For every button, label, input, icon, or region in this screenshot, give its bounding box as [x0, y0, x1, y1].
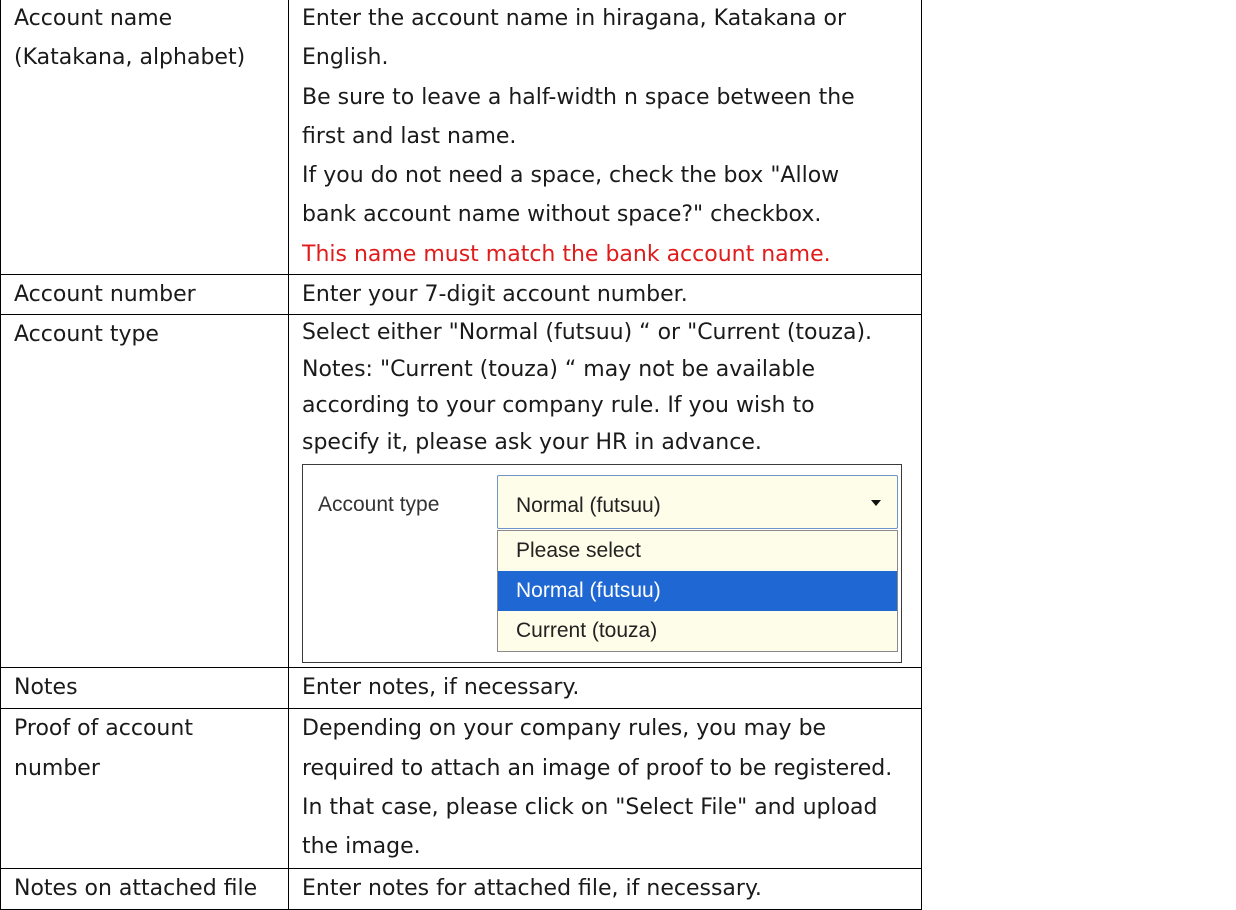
description-line: Enter your 7-digit account number.: [302, 282, 688, 308]
description-line: Enter notes for attached file, if necess…: [302, 876, 762, 902]
table-row-proof-of-account-number: Proof of account number Depending on you…: [0, 708, 922, 870]
field-description-cell: Enter notes, if necessary.: [288, 667, 922, 710]
table-row-notes-on-attached-file: Notes on attached file Enter notes for a…: [0, 868, 922, 910]
field-description-cell: Enter notes for attached file, if necess…: [288, 868, 922, 910]
description-line: according to your company rule. If you w…: [302, 393, 815, 419]
instructions-table: Account name (Katakana, alphabet) Enter …: [0, 0, 922, 910]
description-line: Enter notes, if necessary.: [302, 675, 580, 701]
field-label-cell: Account number: [0, 274, 289, 316]
warning-note: This name must match the bank account na…: [302, 241, 831, 267]
description-line: bank account name without space?" checkb…: [302, 202, 822, 228]
field-description-cell: Select either "Normal (futsuu) “ or "Cur…: [288, 314, 922, 669]
account-type-select[interactable]: Normal (futsuu): [497, 475, 898, 530]
field-label: Proof of account: [14, 716, 193, 742]
table-row-account-number: Account number Enter your 7-digit accoun…: [0, 274, 922, 316]
field-label-cell: Account name (Katakana, alphabet): [0, 0, 289, 276]
description-line: first and last name.: [302, 123, 517, 149]
account-type-label: Account type: [318, 493, 440, 517]
field-label-cell: Account type: [0, 314, 289, 669]
select-current-value: Normal (futsuu): [516, 494, 661, 518]
description-line: the image.: [302, 834, 421, 860]
field-label: Notes: [14, 675, 78, 701]
description-line: specify it, please ask your HR in advanc…: [302, 429, 762, 455]
field-label-cell: Proof of account number: [0, 708, 289, 870]
field-description-cell: Enter the account name in hiragana, Kata…: [288, 0, 922, 276]
description-line: Depending on your company rules, you may…: [302, 716, 827, 742]
field-label: Notes on attached file: [14, 876, 258, 902]
description-line: In that case, please click on "Select Fi…: [302, 794, 878, 820]
field-label: (Katakana, alphabet): [14, 45, 246, 71]
description-line: If you do not need a space, check the bo…: [302, 163, 840, 189]
field-label: Account name: [14, 6, 173, 31]
option-normal-futsuu[interactable]: Normal (futsuu): [498, 571, 897, 612]
caret-down-icon: [871, 500, 881, 507]
description-line: Select either "Normal (futsuu) “ or "Cur…: [302, 320, 873, 346]
description-line: Be sure to leave a half-width n space be…: [302, 84, 855, 110]
description-line: Notes: "Current (touza) “ may not be ava…: [302, 356, 816, 382]
description-line: required to attach an image of proof to …: [302, 755, 893, 781]
field-label-cell: Notes: [0, 667, 289, 710]
field-label: number: [14, 755, 100, 781]
description-line: Enter the account name in hiragana, Kata…: [302, 6, 847, 31]
option-please-select[interactable]: Please select: [498, 531, 897, 571]
field-label: Account number: [14, 282, 196, 308]
field-label: Account type: [14, 322, 159, 348]
description-line: English.: [302, 45, 389, 71]
table-row-account-type: Account type Select either "Normal (futs…: [0, 314, 922, 669]
table-row-notes: Notes Enter notes, if necessary.: [0, 667, 922, 710]
field-label-cell: Notes on attached file: [0, 868, 289, 910]
option-current-touza[interactable]: Current (touza): [498, 611, 897, 651]
table-row-account-name: Account name (Katakana, alphabet) Enter …: [0, 0, 922, 276]
account-type-options-list: Please select Normal (futsuu) Current (t…: [497, 530, 898, 653]
field-description-cell: Depending on your company rules, you may…: [288, 708, 922, 870]
account-type-dropdown-screenshot: Account type Normal (futsuu) Please sele…: [302, 464, 902, 664]
field-description-cell: Enter your 7-digit account number.: [288, 274, 922, 316]
